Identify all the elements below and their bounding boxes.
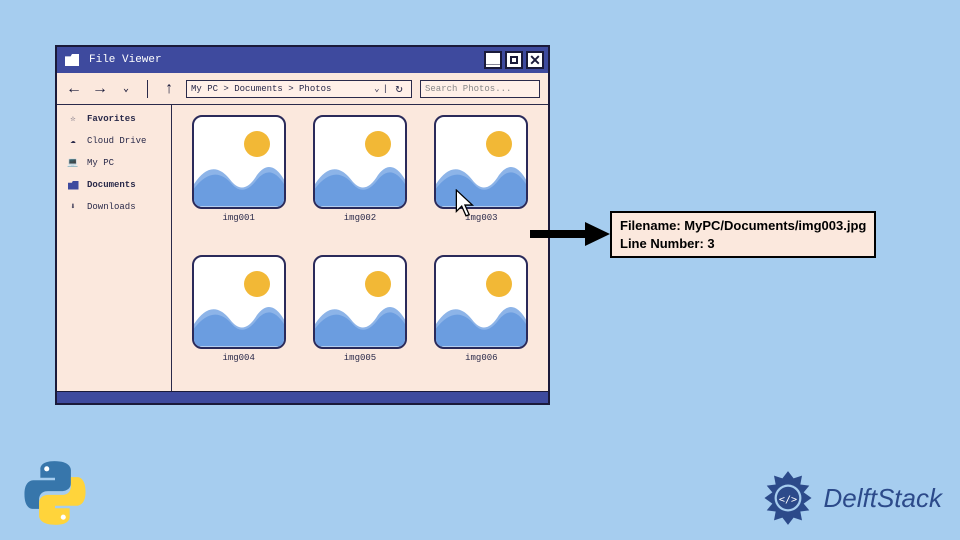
- back-button[interactable]: ←: [65, 80, 83, 98]
- sidebar-item-documents[interactable]: Documents: [67, 179, 161, 191]
- sidebar-item-label: Favorites: [87, 114, 136, 124]
- brand-text: DelftStack: [824, 483, 943, 514]
- callout-linenumber: Line Number: 3: [620, 235, 866, 253]
- python-logo: [20, 458, 90, 528]
- file-name: img002: [344, 213, 376, 223]
- callout-filename: Filename: MyPC/Documents/img003.jpg: [620, 217, 866, 235]
- arrow-icon: [530, 222, 610, 246]
- cloud-icon: ☁: [67, 135, 79, 147]
- file-grid: img001 img002 img003: [172, 105, 548, 391]
- sidebar-item-cloud[interactable]: ☁ Cloud Drive: [67, 135, 161, 147]
- download-icon: ⬇: [67, 201, 79, 213]
- file-tile[interactable]: img001: [186, 115, 291, 247]
- chevron-down-icon[interactable]: ⌄: [374, 84, 379, 94]
- image-thumbnail: [192, 115, 286, 209]
- image-thumbnail: [313, 115, 407, 209]
- laptop-icon: 💻: [67, 157, 79, 169]
- path-text: My PC > Documents > Photos: [191, 84, 331, 94]
- sidebar-item-label: Cloud Drive: [87, 136, 146, 146]
- file-name: img006: [465, 353, 497, 363]
- star-icon: ☆: [67, 113, 79, 125]
- file-tile[interactable]: img006: [429, 255, 534, 387]
- minimize-button[interactable]: __: [484, 51, 502, 69]
- folder-icon: [65, 54, 79, 66]
- divider: [147, 80, 148, 98]
- sidebar: ☆ Favorites ☁ Cloud Drive 💻 My PC Docume…: [57, 105, 172, 391]
- delftstack-brand: </> DelftStack: [760, 470, 943, 526]
- image-thumbnail: [434, 255, 528, 349]
- info-callout: Filename: MyPC/Documents/img003.jpg Line…: [610, 211, 876, 258]
- svg-text:</>: </>: [778, 494, 796, 505]
- titlebar: File Viewer __ ✕: [57, 47, 548, 73]
- statusbar: [57, 391, 548, 403]
- file-tile[interactable]: img003: [429, 115, 534, 247]
- file-tile[interactable]: img005: [307, 255, 412, 387]
- file-name: img004: [222, 353, 254, 363]
- sidebar-item-label: My PC: [87, 158, 114, 168]
- window-title: File Viewer: [89, 54, 162, 66]
- search-placeholder: Search Photos...: [425, 84, 511, 94]
- forward-button[interactable]: →: [91, 80, 109, 98]
- up-button[interactable]: ↑: [160, 80, 178, 98]
- file-name: img005: [344, 353, 376, 363]
- image-thumbnail: [313, 255, 407, 349]
- history-dropdown[interactable]: ⌄: [117, 83, 135, 95]
- file-tile[interactable]: img002: [307, 115, 412, 247]
- sidebar-item-favorites[interactable]: ☆ Favorites: [67, 113, 161, 125]
- search-input[interactable]: Search Photos...: [420, 80, 540, 98]
- file-viewer-window: File Viewer __ ✕ ← → ⌄ ↑ My PC > Documen…: [55, 45, 550, 405]
- close-button[interactable]: ✕: [526, 51, 544, 69]
- path-field[interactable]: My PC > Documents > Photos ⌄ | ↻: [186, 80, 412, 98]
- cursor-icon: [455, 189, 477, 219]
- sidebar-item-downloads[interactable]: ⬇ Downloads: [67, 201, 161, 213]
- toolbar: ← → ⌄ ↑ My PC > Documents > Photos ⌄ | ↻…: [57, 73, 548, 105]
- file-tile[interactable]: img004: [186, 255, 291, 387]
- sidebar-item-label: Downloads: [87, 202, 136, 212]
- image-thumbnail: [192, 255, 286, 349]
- folder-icon: [67, 179, 79, 191]
- refresh-button[interactable]: ↻: [391, 81, 407, 96]
- image-thumbnail: [434, 115, 528, 209]
- maximize-button[interactable]: [505, 51, 523, 69]
- file-name: img001: [222, 213, 254, 223]
- delftstack-logo-icon: </>: [760, 470, 816, 526]
- sidebar-item-mypc[interactable]: 💻 My PC: [67, 157, 161, 169]
- sidebar-item-label: Documents: [87, 180, 136, 190]
